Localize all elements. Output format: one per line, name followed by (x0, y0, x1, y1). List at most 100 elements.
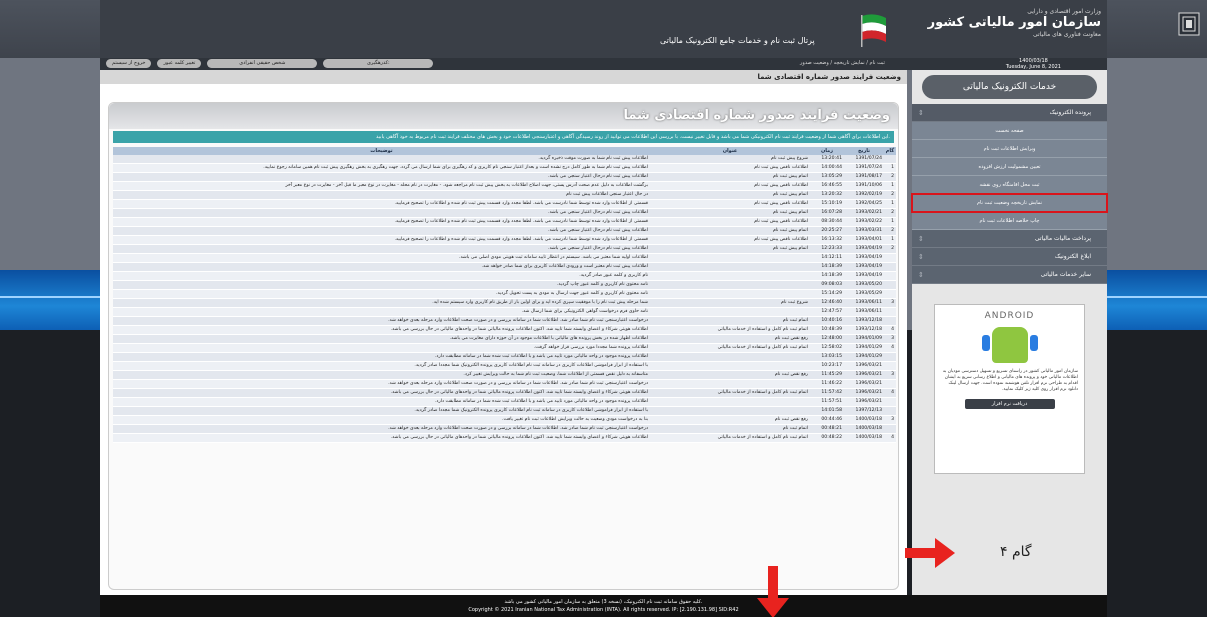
table-row: 3 1400/03/18 00:44:46 رفع نقص ثبت نام بنا به… (113, 415, 896, 426)
col-date: تاریخ (844, 147, 884, 155)
cell-title (650, 397, 810, 408)
cell-step (884, 406, 896, 417)
cell-time: 15:14:29 (810, 289, 844, 300)
sidebar-item-map-location[interactable]: ثبت محل اقامتگاه روی نقشه (912, 176, 1107, 194)
cell-step: 4 (884, 388, 896, 399)
logout-button[interactable]: خروج از سیستم (106, 59, 152, 68)
table-row: 1391/07/24 13:20:41 شروع پیش ثبت نام اطلاعا… (113, 155, 896, 165)
table-row: 1 1391/10/06 16:46:55 اطلاعات ناقص پیش ثبت … (113, 181, 896, 192)
table-row: 4 1400/03/18 00:48:22 اتمام ثبت نام کامل و … (113, 433, 896, 444)
cell-description: اطلاعات پرونده موجود در واحد مالیاتی مور… (113, 397, 650, 408)
sidebar-section-electronic-file[interactable]: ⇕ پرونده الکترونیک (912, 104, 1107, 122)
main-content: وضعیت فرایند صدور شماره اقتصادی شما وضعی… (100, 70, 907, 595)
change-password-button[interactable]: تغییر کلمه عبور (157, 59, 202, 68)
table-row: 1393/05/29 15:14:29 نامه محتوی نام کاربری … (113, 289, 896, 300)
cell-step (884, 289, 896, 300)
sidebar-section-tax-payment[interactable]: ⇕ پرداخت مالیات مالیاتی (912, 230, 1107, 248)
cell-step (884, 379, 896, 390)
cell-description: اطلاعات اظهار شده در بخش پرونده های مالی… (113, 334, 650, 345)
footer-rights: کلیه حقوق سامانه ثبت نام الکترونیک، (نسخ… (504, 599, 703, 605)
table-row: 3 1396/03/21 11:45:29 رفع نقص ثبت نام متاسفا… (113, 370, 896, 381)
cell-date: 1394/01/29 (844, 352, 884, 363)
cell-title (650, 379, 810, 390)
cell-title (650, 262, 810, 273)
sidebar-item-status-history[interactable]: نمایش تاریخچه وضعیت ثبت نام (911, 193, 1108, 213)
cell-date: 1396/03/21 (844, 379, 884, 390)
cell-date: 1391/07/24 (844, 163, 884, 174)
table-row: 3 1393/06/11 12:46:40 شروع ثبت نام شما مرحله… (113, 298, 896, 309)
sidebar-item-edit-registration[interactable]: ویرایش اطلاعات ثبت نام (912, 140, 1107, 158)
cell-description: اطلاعات هویتی شرکاء و اعضای وابسته شما ت… (113, 388, 650, 399)
cell-title: اتمام ثبت نام کامل و استفاده از خدمات ما… (650, 388, 810, 399)
cell-time: 13:05:29 (810, 172, 844, 183)
cell-description: متاسفانه به دلیل نقص قسمتی از اطلاعات شم… (113, 370, 650, 381)
cell-description: اطلاعات اولیه شما معتبر می باشد. سیستم د… (113, 253, 650, 264)
cell-description: اطلاعات هویتی شرکاء و اعضای وابسته شما ت… (113, 433, 650, 444)
cell-title: اتمام پیش ثبت نام (650, 208, 810, 219)
cell-time: 10:23:17 (810, 361, 844, 372)
cell-description: نامه حاوی فرم درخواست گواهی الکترونیکی ب… (113, 307, 650, 318)
cell-description: قسمتی از اطلاعات وارد شده توسط شما نادرس… (113, 199, 650, 210)
cell-title: اتمام پیش ثبت نام (650, 172, 810, 183)
expand-icon: ⇕ (918, 253, 924, 261)
table-row: 1 1393/04/01 16:13:32 اطلاعات ناقص پیش ثبت … (113, 235, 896, 246)
cell-time: 00:48:22 (810, 433, 844, 444)
cell-step: 4 (884, 343, 896, 354)
cell-title: رفع نقص ثبت نام (650, 370, 810, 381)
sidebar-section-e-notification[interactable]: ⇕ ابلاغ الکترونیک (912, 248, 1107, 266)
table-row: 1393/06/11 12:47:57 نامه حاوی فرم درخواست … (113, 307, 896, 318)
cell-time: 11:57:51 (810, 397, 844, 408)
sidebar: خدمات الکترونیک مالیاتی ⇕ پرونده الکترون… (911, 70, 1108, 595)
sidebar-item-vat-eligibility[interactable]: تعیین مشمولیت ارزش افزوده (912, 158, 1107, 176)
cell-date: 1393/04/19 (844, 262, 884, 273)
cell-time: 11:45:29 (810, 370, 844, 381)
cell-step (884, 155, 896, 165)
cell-title: اتمام ثبت نام کامل و استفاده از خدمات ما… (650, 325, 810, 336)
cell-date: 1393/03/31 (844, 226, 884, 237)
sidebar-item-home[interactable]: صفحه نخست (912, 122, 1107, 140)
cell-title (650, 352, 810, 363)
cell-description: اطلاعات پیش ثبت نام درحال اعتبار سنجی می… (113, 172, 650, 183)
cell-title (650, 361, 810, 372)
cell-date: 1393/04/19 (844, 244, 884, 255)
cell-time: 11:46:22 (810, 379, 844, 390)
cell-title: اتمام ثبت نام کامل و استفاده از خدمات ما… (650, 343, 810, 354)
cell-step (884, 262, 896, 273)
table-row: 1396/03/21 11:57:51 اطلاعات پرونده موجود د… (113, 397, 896, 408)
table-row: 1397/12/13 14:01:58 با استفاده از ابزار فر… (113, 406, 896, 417)
cell-description: اطلاعات پرونده موجود در واحد مالیاتی مور… (113, 352, 650, 363)
cell-title: اتمام ثبت نام (650, 316, 810, 327)
sidebar-item-print-summary[interactable]: چاپ خلاصه اطلاعات ثبت نام (912, 212, 1107, 230)
user-controls: خروج از سیستم تغییر کلمه عبور شخص حقیقی … (106, 59, 434, 68)
cell-date: 1400/03/18 (844, 433, 884, 444)
cell-description: با استفاده از ابزار فراموشی اطلاعات کارب… (113, 406, 650, 417)
cell-description: اطلاعات پیش ثبت نام شما به صورت موقت ذخی… (113, 155, 650, 165)
cell-description: اطلاعات پرونده شما مجددا مورد بررسی قرار… (113, 343, 650, 354)
cell-title (650, 271, 810, 282)
cell-step: 2 (884, 190, 896, 201)
cell-title: اطلاعات ناقص پیش ثبت نام (650, 199, 810, 210)
cell-title: اطلاعات ناقص پیش ثبت نام (650, 217, 810, 228)
cell-time: 10:48:39 (810, 325, 844, 336)
sidebar-section-label: سایر خدمات مالیاتی (1040, 271, 1091, 278)
cell-title (650, 307, 810, 318)
cell-time: 15:10:19 (810, 199, 844, 210)
android-brand: ANDROID (984, 311, 1035, 321)
tracking-code-label: کدرهگیری: (323, 59, 434, 68)
download-app-button[interactable]: دریافت نرم افزار (964, 399, 1055, 409)
cell-title: شروع ثبت نام (650, 298, 810, 309)
cell-description: برگشت اطلاعات به دلیل عدم صحت آدرس پستی،… (113, 181, 650, 192)
cell-time: 12:47:57 (810, 307, 844, 318)
footer-copyright: Copyright © 2021 Iranian National Tax Ad… (468, 607, 739, 613)
cell-description: اطلاعات پیش ثبت نام درحال اعتبار سنجی می… (113, 226, 650, 237)
cell-step (884, 280, 896, 291)
cell-time: 09:08:03 (810, 280, 844, 291)
cell-title: اطلاعات ناقص پیش ثبت نام (650, 235, 810, 246)
cell-step: 1 (884, 163, 896, 174)
sidebar-section-other-services[interactable]: ⇕ سایر خدمات مالیاتی (912, 266, 1107, 284)
table-row: 1393/12/18 10:40:16 اتمام ثبت نام درخواست ا… (113, 316, 896, 327)
table-row: 2 1392/02/19 13:20:32 اتمام پیش ثبت نام در ح… (113, 190, 896, 201)
cell-time: 20:25:27 (810, 226, 844, 237)
cell-step (884, 307, 896, 318)
cell-date: 1392/02/19 (844, 190, 884, 201)
